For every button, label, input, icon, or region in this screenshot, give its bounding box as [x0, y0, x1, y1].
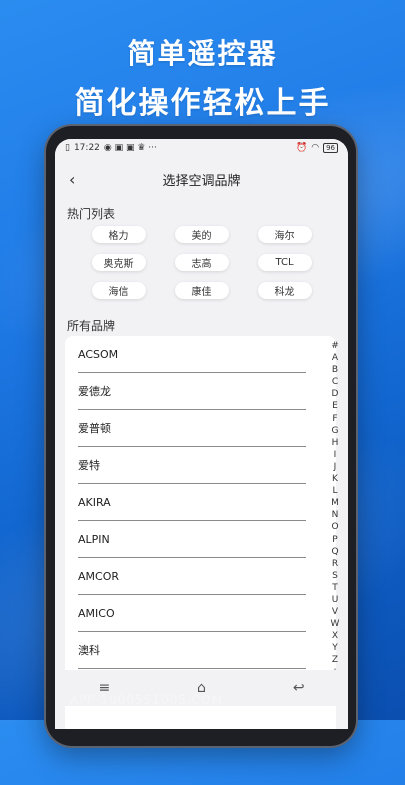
brand-list-item[interactable]: AKIRA: [78, 484, 306, 521]
brand-list-item[interactable]: 爱特: [78, 447, 306, 484]
wifi-icon: ◠: [311, 143, 320, 153]
index-letter[interactable]: B: [332, 364, 338, 376]
index-letter[interactable]: J: [334, 461, 337, 473]
index-letter[interactable]: F: [332, 413, 337, 425]
page-title: 选择空调品牌: [162, 173, 241, 189]
index-letter[interactable]: M: [331, 497, 339, 509]
brand-list-item[interactable]: 澳科: [78, 632, 306, 669]
promo-subheadline: 简化操作轻松上手: [74, 86, 331, 121]
index-letter[interactable]: A: [332, 352, 338, 364]
index-letter[interactable]: H: [332, 437, 339, 449]
index-letter[interactable]: L: [332, 485, 337, 497]
hot-brand-tag[interactable]: 海信: [91, 282, 146, 299]
index-letter[interactable]: W: [331, 618, 340, 630]
index-letter[interactable]: O: [331, 521, 338, 533]
hot-brand-tag[interactable]: 奥克斯: [91, 254, 146, 271]
phone-screen: ▯ 17:22 ◉ ▣ ▣ ♛ ··· ⏰ ◠ 96 ‹ 选择空调品牌 热门列表…: [55, 139, 348, 729]
back-button[interactable]: ‹: [69, 170, 75, 189]
index-letter[interactable]: I: [334, 449, 337, 461]
index-letter[interactable]: V: [332, 606, 338, 618]
brand-list-item[interactable]: 爱德龙: [78, 373, 306, 410]
index-letter[interactable]: C: [332, 376, 338, 388]
brand-list-item[interactable]: AMCOR: [78, 558, 306, 595]
notification-icons: ◉ ▣ ▣ ♛ ···: [103, 143, 157, 153]
alphabet-index[interactable]: #ABCDEFGHIJKLMNOPQRSTUVWXYZ↓: [328, 340, 342, 679]
promo-headline: 简单遥控器: [127, 37, 278, 70]
index-letter[interactable]: T: [332, 582, 338, 594]
index-letter[interactable]: Z: [332, 654, 338, 666]
hot-brand-tag[interactable]: 海尔: [257, 226, 312, 243]
sim-icon: ▯: [65, 143, 70, 153]
all-brands-title: 所有品牌: [67, 319, 116, 333]
index-letter[interactable]: D: [332, 388, 339, 400]
hot-brand-tag[interactable]: 志高: [174, 254, 229, 271]
brand-list-item[interactable]: AMICO: [78, 595, 306, 632]
hot-brand-tag[interactable]: 科龙: [257, 282, 312, 299]
index-letter[interactable]: Q: [331, 546, 338, 558]
hot-brand-tag[interactable]: 美的: [174, 226, 229, 243]
watermark: APP 1000551005.COM: [70, 693, 223, 707]
status-time: 17:22: [73, 143, 100, 153]
hot-brand-tag[interactable]: 格力: [91, 226, 146, 243]
brand-list-item[interactable]: ACSOM: [78, 336, 306, 373]
hot-list-title: 热门列表: [67, 207, 116, 221]
index-letter[interactable]: R: [332, 558, 338, 570]
title-bar: ‹ 选择空调品牌: [55, 157, 348, 201]
index-letter[interactable]: K: [332, 473, 338, 485]
index-letter[interactable]: S: [332, 570, 338, 582]
hot-brand-tag[interactable]: TCL: [257, 254, 312, 271]
hot-brand-grid: 格力 美的 海尔 奥克斯 志高 TCL 海信 康佳 科龙: [55, 226, 348, 299]
index-letter[interactable]: G: [332, 425, 339, 437]
index-letter[interactable]: #: [331, 340, 339, 352]
index-letter[interactable]: U: [332, 594, 339, 606]
alarm-icon: ⏰: [296, 143, 308, 153]
brand-list-item[interactable]: ALPIN: [78, 521, 306, 558]
index-letter[interactable]: N: [332, 509, 339, 521]
index-letter[interactable]: E: [332, 400, 338, 412]
index-letter[interactable]: X: [332, 630, 338, 642]
battery-icon: 96: [323, 143, 338, 153]
status-bar: ▯ 17:22 ◉ ▣ ▣ ♛ ··· ⏰ ◠ 96: [55, 139, 348, 157]
index-letter[interactable]: Y: [332, 642, 338, 654]
brand-list-item[interactable]: 爱普顿: [78, 410, 306, 447]
index-letter[interactable]: P: [332, 534, 337, 546]
hot-brand-tag[interactable]: 康佳: [174, 282, 229, 299]
